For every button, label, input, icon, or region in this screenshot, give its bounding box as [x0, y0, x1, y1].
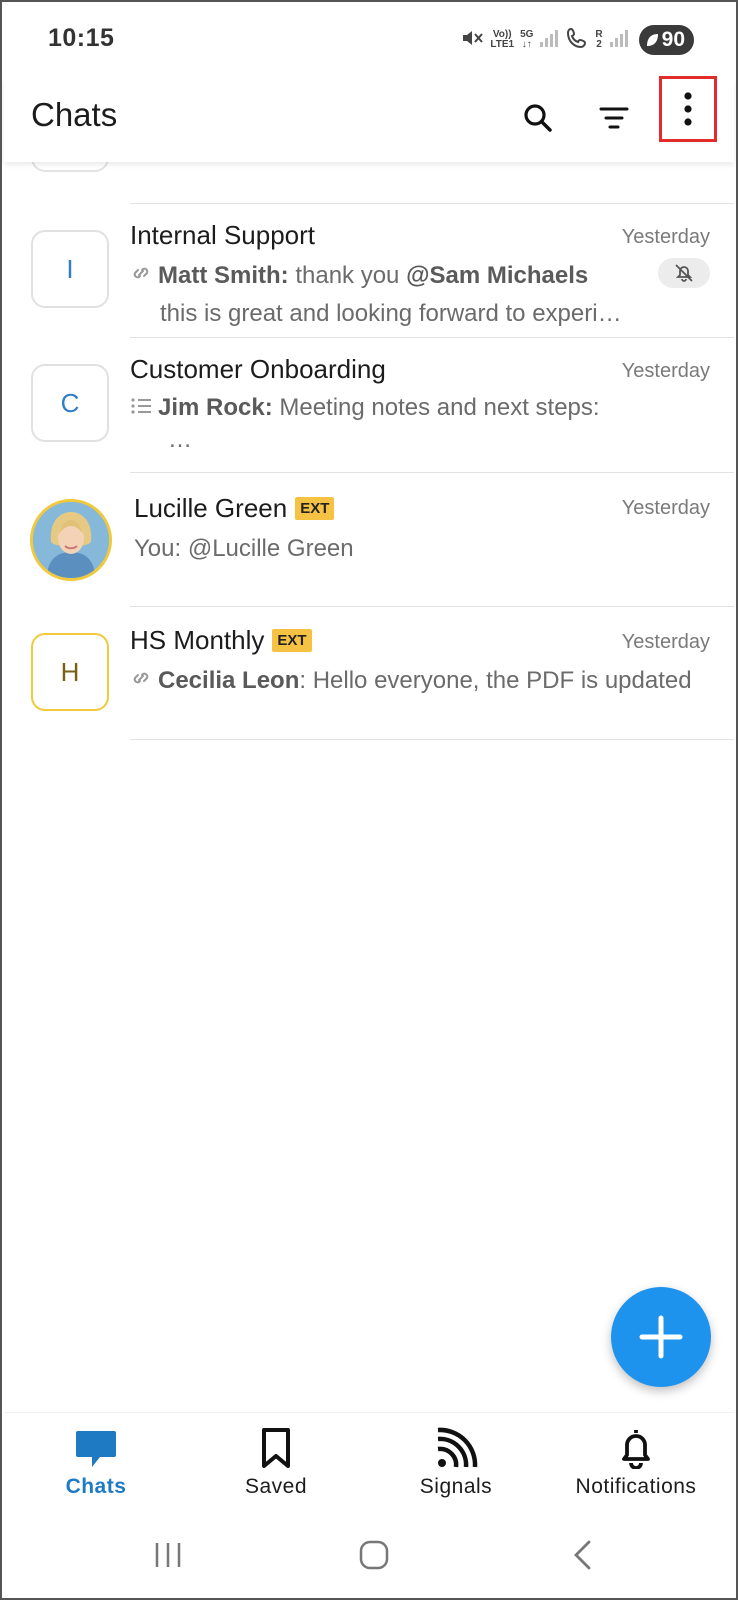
leaf-icon	[646, 34, 658, 46]
more-vertical-icon	[684, 92, 692, 126]
battery-indicator: 90	[638, 25, 694, 55]
message-text: thank you	[288, 262, 407, 289]
status-icons: Vo)) LTE1 5G ↓↑ R2 90	[460, 24, 694, 56]
chat-time: Yesterday	[621, 226, 710, 248]
nav-notifications[interactable]: Notifications	[546, 1427, 726, 1499]
signal-icon-2	[609, 28, 629, 53]
signals-icon	[437, 1427, 478, 1468]
signal-icon	[539, 28, 559, 53]
chat-name: Customer Onboarding	[130, 354, 386, 384]
sender-name: Jim Rock:	[158, 394, 273, 421]
status-bar: 10:15 Vo)) LTE1 5G ↓↑ R2 90	[2, 2, 736, 78]
link-icon	[130, 664, 152, 700]
chat-name: Lucille Green	[134, 493, 288, 523]
avatar: I	[31, 230, 109, 308]
bottom-nav: Chats Saved Signals Notifications	[4, 1412, 734, 1512]
chat-preview: Cecilia Leon: Hello everyone, the PDF is…	[130, 663, 710, 700]
sender-name: Cecilia Leon	[158, 667, 300, 694]
chat-name: HS Monthly	[130, 625, 265, 655]
new-chat-button[interactable]	[611, 1287, 711, 1387]
nav-label: Saved	[244, 1475, 308, 1498]
separator	[130, 739, 734, 740]
recents-button[interactable]	[138, 1530, 198, 1580]
sim2-indicator: R2	[595, 29, 603, 50]
network-indicator: 5G ↓↑	[520, 29, 534, 50]
chat-row-internal-support[interactable]: I Internal Support Yesterday Matt Smith:…	[4, 204, 734, 337]
search-icon	[524, 104, 552, 132]
plus-icon	[639, 1315, 683, 1359]
ext-badge: EXT	[272, 629, 312, 652]
status-time: 10:15	[48, 24, 115, 52]
app-screen: 10:15 Vo)) LTE1 5G ↓↑ R2 90 Chats I Inte…	[0, 0, 738, 1600]
chat-preview-line2: this is great and looking forward to exp…	[160, 300, 622, 327]
nav-label: Signals	[419, 1475, 493, 1498]
list-icon	[130, 391, 152, 427]
nav-saved[interactable]: Saved	[186, 1427, 366, 1499]
avatar-photo	[30, 499, 112, 581]
filter-icon	[599, 107, 629, 129]
link-icon	[130, 259, 152, 295]
recents-icon	[155, 1543, 181, 1567]
filter-button[interactable]	[586, 90, 642, 146]
message-text: Meeting notes and next steps:	[272, 394, 600, 421]
avatar: H	[31, 633, 109, 711]
back-icon	[574, 1540, 591, 1570]
ext-badge: EXT	[295, 497, 335, 520]
nav-label: Chats	[65, 1475, 127, 1498]
chat-preview: You: @Lucille Green	[134, 535, 354, 562]
chat-bubble-icon	[76, 1431, 116, 1467]
chat-preview: Matt Smith: thank you @Sam Michaels	[130, 258, 638, 295]
avatar: C	[31, 364, 109, 442]
wifi-call-icon	[565, 26, 589, 55]
volte-indicator: Vo)) LTE1	[490, 29, 515, 50]
chat-time: Yesterday	[621, 631, 710, 653]
mute-icon	[460, 26, 484, 55]
mention: @Sam Michaels	[406, 262, 589, 289]
chat-preview-line2: …	[168, 426, 192, 453]
back-button[interactable]	[552, 1530, 612, 1580]
home-button[interactable]	[344, 1530, 404, 1580]
nav-signals[interactable]: Signals	[366, 1427, 546, 1499]
page-title: Chats	[31, 96, 118, 133]
home-icon	[359, 1540, 389, 1570]
nav-chats[interactable]: Chats	[6, 1427, 186, 1499]
chat-time: Yesterday	[621, 360, 710, 382]
nav-label: Notifications	[575, 1475, 697, 1498]
chat-time: Yesterday	[621, 497, 710, 519]
chat-row-customer-onboarding[interactable]: C Customer Onboarding Yesterday Jim Rock…	[4, 338, 734, 472]
search-button[interactable]	[510, 90, 566, 146]
sender-name: Matt Smith:	[158, 262, 289, 289]
muted-indicator	[658, 258, 710, 288]
more-options-button[interactable]	[659, 76, 717, 142]
chat-name: Internal Support	[130, 220, 316, 250]
system-nav-bar	[2, 1522, 736, 1598]
message-text: : Hello everyone, the PDF is updated	[299, 667, 692, 694]
chat-row-lucille-green[interactable]: Lucille Green EXT Yesterday You: @Lucill…	[4, 473, 734, 606]
app-header: Chats	[4, 76, 734, 162]
bell-off-icon	[675, 264, 693, 282]
bell-icon	[622, 1430, 650, 1469]
chat-row-hs-monthly[interactable]: H HS Monthly EXT Yesterday Cecilia Leon:…	[4, 607, 734, 739]
bookmark-icon	[262, 1428, 290, 1468]
